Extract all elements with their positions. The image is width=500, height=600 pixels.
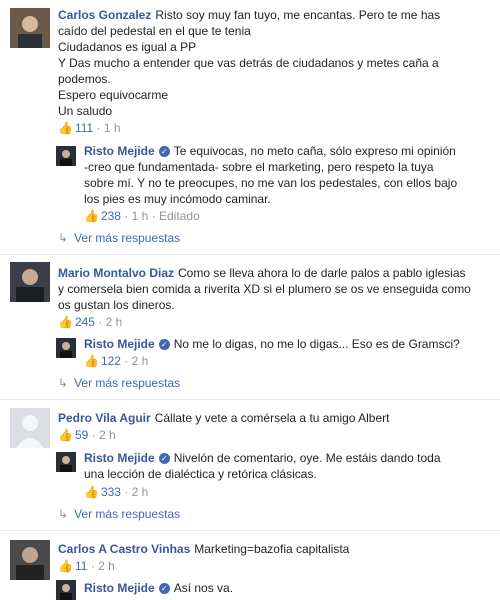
more-replies-label[interactable]: Ver más respuestas xyxy=(74,376,180,390)
comment-body: Pedro Vila Aguir Cállate y vete a comérse… xyxy=(58,410,472,426)
reply-text: Así nos va. xyxy=(173,581,234,595)
comment-line: Espero equivocarme xyxy=(58,88,169,102)
reply-text: No me lo digas, no me lo digas... Eso es… xyxy=(173,337,460,351)
like-count[interactable]: 111 xyxy=(75,121,93,135)
like-count[interactable]: 245 xyxy=(75,315,95,329)
reply-body: Risto Mejide ✓ No me lo digas, no me lo di… xyxy=(84,336,460,352)
like-count[interactable]: 11 xyxy=(75,559,87,573)
like-count[interactable]: 122 xyxy=(101,354,121,368)
avatar[interactable] xyxy=(10,540,50,580)
comment-body: Mario Montalvo Diaz Como se lleva ahora l… xyxy=(58,265,472,313)
like-icon[interactable]: 👍 xyxy=(84,354,99,368)
edited-label[interactable]: Editado xyxy=(159,209,200,223)
more-replies-link[interactable]: ↳ Ver más respuestas xyxy=(58,506,180,522)
timestamp[interactable]: 2 h xyxy=(98,559,115,573)
divider xyxy=(0,530,500,531)
separator: · xyxy=(98,315,103,329)
reply-body: Risto Mejide ✓ Nivelón de comentario, oye.… xyxy=(84,450,460,482)
timestamp[interactable]: 2 h xyxy=(106,315,123,329)
separator: · xyxy=(124,209,129,223)
comment-line: Y Das mucho a entender que vas detrás de… xyxy=(58,56,439,86)
reply-avatar[interactable] xyxy=(56,338,76,358)
timestamp[interactable]: 1 h xyxy=(132,209,149,223)
reply-meta: 👍 238 · 1 h · Editado xyxy=(84,208,200,224)
verified-badge-icon: ✓ xyxy=(158,453,170,464)
like-icon[interactable]: 👍 xyxy=(58,315,73,329)
reply-author[interactable]: Risto Mejide xyxy=(84,144,155,158)
comment-body: Carlos A Castro Vinhas Marketing=bazofia … xyxy=(58,541,472,557)
avatar[interactable] xyxy=(10,8,50,48)
like-count[interactable]: 333 xyxy=(101,485,121,499)
like-icon[interactable]: 👍 xyxy=(58,121,73,135)
reply-avatar[interactable] xyxy=(56,146,76,166)
like-count[interactable]: 238 xyxy=(101,209,121,223)
separator: · xyxy=(91,428,96,442)
timestamp[interactable]: 1 h xyxy=(104,121,121,135)
reply-arrow-icon: ↳ xyxy=(58,231,69,245)
comment-meta: 👍 11 · 2 h xyxy=(58,558,115,574)
reply-arrow-icon: ↳ xyxy=(58,507,69,521)
reply-body: Risto Mejide ✓ Te equivocas, no meto caña,… xyxy=(84,143,460,207)
divider xyxy=(0,254,500,255)
comment-line: Un saludo xyxy=(58,104,113,118)
verified-badge-icon: ✓ xyxy=(158,146,170,157)
reply-author[interactable]: Risto Mejide xyxy=(84,337,155,351)
separator: · xyxy=(90,559,95,573)
separator: · xyxy=(96,121,101,135)
timestamp[interactable]: 2 h xyxy=(132,354,149,368)
comment-line: Ciudadanos es igual a PP xyxy=(58,40,197,54)
comment-text: Marketing=bazofia capitalista xyxy=(194,542,350,556)
timestamp[interactable]: 2 h xyxy=(132,485,149,499)
avatar[interactable] xyxy=(10,262,50,302)
comment-author[interactable]: Pedro Vila Aguir xyxy=(58,411,151,425)
timestamp[interactable]: 2 h xyxy=(99,428,116,442)
reply-avatar[interactable] xyxy=(56,580,76,600)
more-replies-link[interactable]: ↳ Ver más respuestas xyxy=(58,230,180,246)
separator: · xyxy=(151,209,156,223)
comment-text: Cállate y vete a comérsela a tu amigo Al… xyxy=(154,411,390,425)
comment-author[interactable]: Carlos Gonzalez xyxy=(58,8,151,22)
reply-author[interactable]: Risto Mejide xyxy=(84,451,155,465)
reply-meta: 👍 333 · 2 h xyxy=(84,484,148,500)
comment-author[interactable]: Carlos A Castro Vinhas xyxy=(58,542,190,556)
more-replies-label[interactable]: Ver más respuestas xyxy=(74,231,180,245)
like-count[interactable]: 59 xyxy=(75,428,88,442)
reply-body: Risto Mejide ✓ Así nos va. xyxy=(84,580,460,596)
verified-badge-icon: ✓ xyxy=(158,583,170,594)
verified-badge-icon: ✓ xyxy=(158,339,170,350)
more-replies-label[interactable]: Ver más respuestas xyxy=(74,507,180,521)
comment-meta: 👍 59 · 2 h xyxy=(58,427,116,443)
separator: · xyxy=(124,485,129,499)
divider xyxy=(0,399,500,400)
reply-arrow-icon: ↳ xyxy=(58,376,69,390)
reply-meta: 👍 122 · 2 h xyxy=(84,353,148,369)
like-icon[interactable]: 👍 xyxy=(84,209,99,223)
more-replies-link[interactable]: ↳ Ver más respuestas xyxy=(58,375,180,391)
like-icon[interactable]: 👍 xyxy=(58,559,73,573)
like-icon[interactable]: 👍 xyxy=(58,428,73,442)
comment-author[interactable]: Mario Montalvo Diaz xyxy=(58,266,174,280)
reply-avatar[interactable] xyxy=(56,452,76,472)
avatar[interactable] xyxy=(10,408,50,448)
separator: · xyxy=(124,354,129,368)
like-icon[interactable]: 👍 xyxy=(84,485,99,499)
comment-meta: 👍 111 · 1 h xyxy=(58,120,121,136)
comment-meta: 👍 245 · 2 h xyxy=(58,314,122,330)
reply-author[interactable]: Risto Mejide xyxy=(84,581,155,595)
comment-body: Carlos Gonzalez Risto soy muy fan tuyo, m… xyxy=(58,7,468,119)
